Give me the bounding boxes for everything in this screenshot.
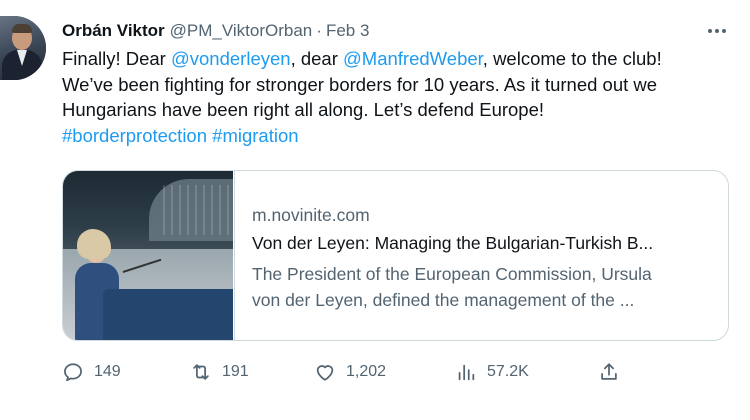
- like-count: 1,202: [346, 363, 387, 380]
- mention-manfredweber[interactable]: @ManfredWeber: [343, 48, 483, 69]
- more-horizontal-icon-dot: [722, 29, 726, 33]
- tweet-text: Finally! Dear @vonderleyen, dear @Manfre…: [62, 46, 742, 148]
- reply-button[interactable]: 149: [62, 358, 121, 386]
- card-thumbnail: [63, 171, 233, 340]
- tweet-line-2: We’ve been fighting for stronger borders…: [62, 73, 658, 95]
- tweet-date[interactable]: Feb 3: [326, 21, 369, 41]
- reply-count: 149: [94, 363, 121, 380]
- heart-icon: [316, 365, 334, 381]
- avatar[interactable]: [0, 16, 46, 80]
- mention-vonderleyen[interactable]: @vonderleyen: [171, 48, 291, 69]
- tweet-header: Orbán Viktor @PM_ViktorOrban · Feb 3: [62, 19, 369, 43]
- tweet-text-segment: Finally! Dear: [62, 48, 171, 69]
- retweet-count: 191: [222, 363, 249, 380]
- author-name[interactable]: Orbán Viktor: [62, 21, 165, 41]
- separator-dot: ·: [316, 21, 322, 40]
- thumbnail-podium: [103, 289, 233, 340]
- hashtag-migration[interactable]: #migration: [212, 125, 298, 146]
- card-title: Von der Leyen: Managing the Bulgarian-Tu…: [252, 233, 654, 253]
- tweet-text-segment: , welcome to the club!: [482, 48, 662, 69]
- share-icon: [601, 363, 617, 380]
- views-icon: [458, 364, 475, 381]
- hashtag-borderprotection[interactable]: #borderprotection: [62, 125, 207, 146]
- card-description-line-1: The President of the European Commission…: [252, 264, 652, 284]
- thumbnail-grid: [163, 185, 233, 235]
- views-count: 57.2K: [487, 363, 529, 380]
- action-bar: 149 191 1,202 57.2K: [62, 358, 622, 386]
- more-horizontal-icon: [708, 29, 712, 33]
- tweet-text-segment: , dear: [290, 48, 344, 69]
- author-handle[interactable]: @PM_ViktorOrban: [170, 21, 313, 41]
- card-description: The President of the European Commission…: [252, 261, 722, 313]
- retweet-button[interactable]: 191: [190, 358, 249, 386]
- tweet-line-3: Hungarians have been right all along. Le…: [62, 99, 545, 121]
- share-button[interactable]: [598, 358, 620, 386]
- tweet-line-1: Finally! Dear @vonderleyen, dear @Manfre…: [62, 46, 742, 72]
- retweet-icon: [193, 364, 209, 380]
- more-horizontal-icon-dot: [715, 29, 719, 33]
- person-hair: [77, 229, 111, 259]
- avatar-hair: [12, 24, 32, 33]
- tweet-hashtags: #borderprotection #migration: [62, 123, 742, 149]
- views-button[interactable]: 57.2K: [455, 358, 529, 386]
- card-domain: m.novinite.com: [252, 205, 370, 225]
- card-description-line-2: von der Leyen, defined the management of…: [252, 290, 635, 310]
- like-button[interactable]: 1,202: [314, 358, 386, 386]
- tweet: Orbán Viktor @PM_ViktorOrban · Feb 3 Fin…: [0, 0, 750, 420]
- card-body: m.novinite.com Von der Leyen: Managing t…: [234, 171, 728, 340]
- link-preview-card[interactable]: m.novinite.com Von der Leyen: Managing t…: [62, 170, 729, 341]
- reply-icon: [64, 363, 82, 382]
- more-options-button[interactable]: [703, 22, 731, 40]
